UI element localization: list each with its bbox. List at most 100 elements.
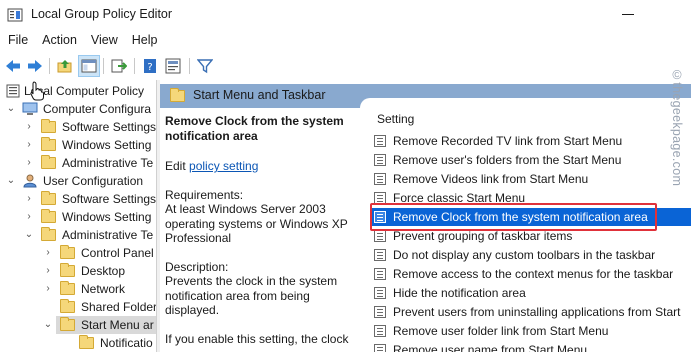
minimize-button[interactable] [622, 14, 634, 15]
folder-icon [60, 263, 75, 277]
show-hide-tree-icon [81, 59, 97, 73]
chevron-down-icon[interactable]: ⌄ [43, 316, 53, 334]
tree-item-network[interactable]: › Network [0, 280, 156, 298]
tree-item-desktop[interactable]: › Desktop [0, 262, 156, 280]
description-more-text: If you enable this setting, the clock [165, 331, 349, 346]
properties-button[interactable] [162, 55, 184, 77]
help-button[interactable]: ? [139, 55, 161, 77]
chevron-down-icon[interactable]: ⌄ [24, 226, 34, 244]
policy-setting-label: Remove access to the context menus for t… [393, 267, 674, 281]
policy-setting-icon [374, 268, 386, 280]
tree-item-shared-folders[interactable]: Shared Folder [0, 298, 156, 316]
tree-label: Desktop [81, 264, 126, 278]
back-button[interactable] [2, 55, 24, 77]
policy-setting-icon [374, 173, 386, 185]
filter-button[interactable] [194, 55, 216, 77]
policy-setting-icon [374, 230, 386, 242]
highlight-annotation [370, 203, 657, 231]
tree-item-uc-software-settings[interactable]: › Software Settings [0, 190, 156, 208]
policy-setting-icon [374, 325, 386, 337]
description-panel: Remove Clock from the system notificatio… [160, 108, 360, 352]
policy-setting-row[interactable]: Remove user's folders from the Start Men… [372, 151, 691, 169]
tree-label: Network [81, 282, 126, 296]
policy-setting-icon [374, 306, 386, 318]
tree-label: Administrative Te [62, 228, 154, 242]
folder-icon [60, 317, 75, 331]
tree-item-computer-configuration[interactable]: ⌄ Computer Configura [0, 100, 156, 118]
tree-item-notifications[interactable]: Notificatio [0, 334, 156, 352]
edit-policy-setting-link[interactable]: policy setting [189, 159, 258, 173]
policy-setting-label: Prevent users from uninstalling applicat… [393, 305, 681, 319]
policy-setting-row[interactable]: Hide the notification area [372, 284, 691, 302]
export-list-button[interactable] [108, 55, 130, 77]
requirements-text: At least Windows Server 2003 operating s… [165, 202, 348, 245]
chevron-right-icon[interactable]: › [24, 190, 34, 208]
edit-prefix: Edit [165, 159, 190, 173]
back-arrow-icon [6, 60, 20, 72]
tree-item-control-panel[interactable]: › Control Panel [0, 244, 156, 262]
chevron-right-icon[interactable]: › [43, 280, 53, 298]
description-label: Description: [165, 259, 229, 274]
up-folder-button[interactable] [54, 55, 76, 77]
up-folder-icon [57, 60, 72, 73]
tree-item-cc-software-settings[interactable]: › Software Settings [0, 118, 156, 136]
tree-label: Windows Setting [62, 138, 152, 152]
tree-item-user-configuration[interactable]: ⌄ User Configuration [0, 172, 156, 190]
export-list-icon [111, 59, 127, 73]
chevron-down-icon[interactable]: ⌄ [6, 172, 16, 190]
chevron-right-icon[interactable]: › [24, 208, 34, 226]
policy-setting-row[interactable]: Do not display any custom toolbars in th… [372, 246, 691, 264]
policy-setting-row[interactable]: Remove Videos link from Start Menu [372, 170, 691, 188]
folder-icon [41, 227, 56, 241]
menu-action[interactable]: Action [35, 30, 84, 50]
tree-item-local-computer-policy[interactable]: Local Computer Policy [0, 82, 156, 100]
tree-item-uc-administrative-templates[interactable]: ⌄ Administrative Te [0, 226, 156, 244]
policy-setting-row[interactable]: Remove user name from Start Menu [372, 341, 691, 352]
policy-setting-label: Hide the notification area [393, 286, 526, 300]
policy-setting-label: Remove user name from Start Menu [393, 343, 588, 352]
policy-setting-row[interactable]: Remove user folder link from Start Menu [372, 322, 691, 340]
menu-file[interactable]: File [0, 30, 35, 50]
watermark: ©thegeekpage.com [670, 68, 684, 187]
description-text: Prevents the clock in the system notific… [165, 274, 338, 317]
svg-text:?: ? [147, 62, 152, 73]
tree-label: Shared Folder [81, 300, 156, 314]
title-bar: Local Group Policy Editor [0, 0, 691, 30]
help-icon: ? [144, 59, 156, 73]
tree-item-start-menu-and-taskbar[interactable]: Start Menu ar [56, 316, 156, 334]
window-title: Local Group Policy Editor [31, 7, 173, 21]
column-header-setting[interactable]: Setting [377, 112, 414, 126]
forward-button[interactable] [24, 55, 46, 77]
tree-label: Control Panel [81, 246, 154, 260]
chevron-right-icon[interactable]: › [43, 244, 53, 262]
chevron-right-icon[interactable]: › [24, 136, 34, 154]
chevron-right-icon[interactable]: › [43, 262, 53, 280]
chevron-right-icon[interactable]: › [24, 118, 34, 136]
folder-icon [60, 281, 75, 295]
policy-setting-row[interactable]: Prevent users from uninstalling applicat… [372, 303, 691, 321]
policy-setting-row[interactable]: Remove access to the context menus for t… [372, 265, 691, 283]
requirements-label: Requirements: [165, 187, 244, 202]
tree-label: Software Settings [62, 192, 156, 206]
tree-label: Computer Configura [43, 102, 152, 116]
chevron-down-icon[interactable]: ⌄ [6, 100, 16, 118]
show-hide-tree-button[interactable] [78, 55, 100, 77]
tree-item-cc-windows-settings[interactable]: › Windows Setting [0, 136, 156, 154]
menu-help[interactable]: Help [125, 30, 165, 50]
tree-label: Windows Setting [62, 210, 152, 224]
policy-setting-row[interactable]: Remove Recorded TV link from Start Menu [372, 132, 691, 150]
policy-setting-icon [374, 154, 386, 166]
menu-bar: File Action View Help [0, 30, 691, 50]
properties-icon [165, 58, 181, 74]
policy-setting-icon [374, 135, 386, 147]
policy-setting-label: Do not display any custom toolbars in th… [393, 248, 656, 262]
group-policy-app-icon [7, 8, 23, 22]
tree-item-uc-windows-settings[interactable]: › Windows Setting [0, 208, 156, 226]
user-icon [23, 174, 37, 188]
chevron-right-icon[interactable]: › [24, 154, 34, 172]
menu-view[interactable]: View [84, 30, 125, 50]
policy-setting-label: Remove Recorded TV link from Start Menu [393, 134, 623, 148]
filter-icon [197, 59, 213, 74]
tree-label: Software Settings [62, 120, 156, 134]
tree-item-cc-administrative-templates[interactable]: › Administrative Te [0, 154, 156, 172]
